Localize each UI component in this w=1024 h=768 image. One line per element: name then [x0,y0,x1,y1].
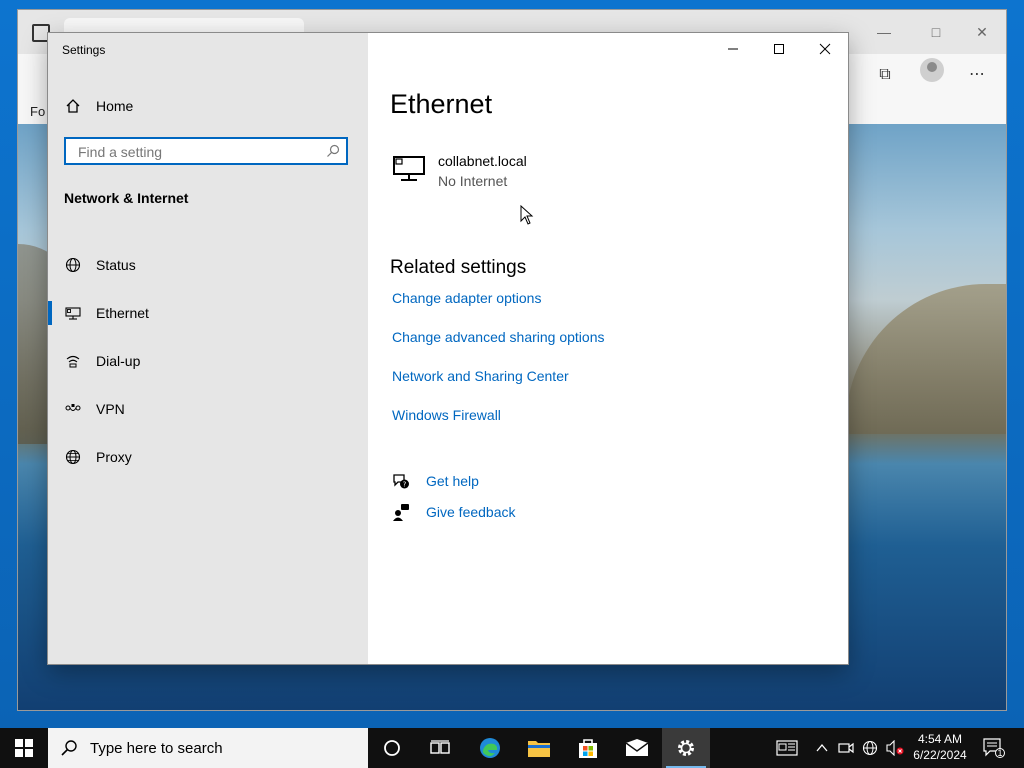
browser-close-icon[interactable]: ✕ [962,18,1002,46]
get-help-link[interactable]: ? Get help [392,472,479,490]
profile-avatar[interactable] [920,58,944,82]
browser-minimize-icon[interactable]: — [864,18,904,46]
home-icon [64,97,82,115]
nav-item-label: Ethernet [96,305,149,321]
edge-icon [480,738,500,758]
network-globe-icon[interactable] [860,728,880,768]
page-title: Ethernet [390,89,493,119]
volume-muted-icon[interactable] [884,728,906,768]
store-icon [579,739,597,758]
nav-list: Status Ethernet Dial-up VPN Proxy [48,241,368,481]
get-help-icon: ? [392,472,410,490]
start-button[interactable] [0,728,48,768]
nav-home-label: Home [96,98,134,114]
related-settings-title: Related settings [390,257,527,278]
nav-item-vpn[interactable]: VPN [48,385,368,433]
change-advanced-sharing-link[interactable]: Change advanced sharing options [392,329,605,345]
settings-window[interactable]: Settings Home Network & Internet Status [48,33,848,664]
favorites-bar-label[interactable]: Fo [30,104,45,119]
network-name: collabnet.local [438,153,527,169]
taskbar-clock[interactable]: 4:54 AM 6/22/2024 [908,731,972,763]
cortana-icon [384,740,400,756]
vpn-icon [64,400,82,418]
proxy-globe-icon [64,448,82,466]
folder-icon [528,741,550,757]
dialup-icon [64,352,82,370]
browser-maximize-icon[interactable]: □ [916,18,956,46]
taskbar-search-placeholder: Type here to search [90,739,223,757]
network-entry[interactable]: collabnet.local No Internet [392,153,527,189]
action-center-button[interactable]: 1 [980,728,1008,768]
nav-item-ethernet[interactable]: Ethernet [48,289,368,337]
landscape-hill [846,284,1006,434]
give-feedback-icon [392,503,410,521]
windows-logo-icon [15,739,33,757]
clock-time: 4:54 AM [917,732,963,746]
status-globe-icon [64,256,82,274]
network-status: No Internet [438,173,508,189]
task-view-button[interactable] [416,728,464,768]
nav-item-label: Dial-up [96,353,141,369]
news-widget-icon[interactable] [772,728,802,768]
gear-icon [678,740,694,756]
give-feedback-label: Give feedback [426,504,516,520]
clock-date: 6/22/2024 [913,748,967,762]
taskbar-search-icon [60,739,78,757]
nav-item-proxy[interactable]: Proxy [48,433,368,481]
notification-count: 1 [997,748,1003,758]
chevron-up-icon[interactable] [812,728,832,768]
edge-button[interactable] [466,728,514,768]
search-icon[interactable] [326,144,340,158]
settings-taskbar-button[interactable] [662,728,710,768]
monitor-network-icon [392,153,426,189]
change-adapter-options-link[interactable]: Change adapter options [392,290,541,306]
nav-item-label: Proxy [96,449,132,465]
window-title: Settings [62,43,106,57]
task-view-icon [430,740,450,754]
mouse-cursor [520,204,534,230]
nav-item-label: VPN [96,401,125,417]
give-feedback-link[interactable]: Give feedback [392,503,516,521]
settings-search-input[interactable] [76,139,320,165]
get-help-label: Get help [426,473,479,489]
taskbar-search-box[interactable]: Type here to search [48,728,368,768]
nav-item-dialup[interactable]: Dial-up [48,337,368,385]
nav-item-label: Status [96,257,136,273]
mail-icon [625,739,649,756]
network-sharing-center-link[interactable]: Network and Sharing Center [392,368,569,384]
store-button[interactable] [564,728,612,768]
collections-icon[interactable]: ⧉ [874,64,896,86]
settings-nav-pane: Settings Home Network & Internet Status [48,33,368,664]
meet-now-icon[interactable] [836,728,856,768]
mail-button[interactable] [613,728,661,768]
more-options-icon[interactable]: ⋯ [966,64,988,86]
windows-firewall-link[interactable]: Windows Firewall [392,407,501,423]
settings-content-pane: Ethernet collabnet.local No Internet Rel… [390,33,830,664]
svg-text:?: ? [403,481,407,489]
file-explorer-button[interactable] [515,728,563,768]
nav-home[interactable]: Home [64,95,133,117]
settings-search-box[interactable] [64,137,348,165]
nav-section-title: Network & Internet [64,190,189,206]
nav-item-status[interactable]: Status [48,241,368,289]
cortana-button[interactable] [368,728,416,768]
ethernet-icon [64,304,82,322]
taskbar: Type here to search 4:54 AM 6/22/2024 1 [0,728,1024,768]
